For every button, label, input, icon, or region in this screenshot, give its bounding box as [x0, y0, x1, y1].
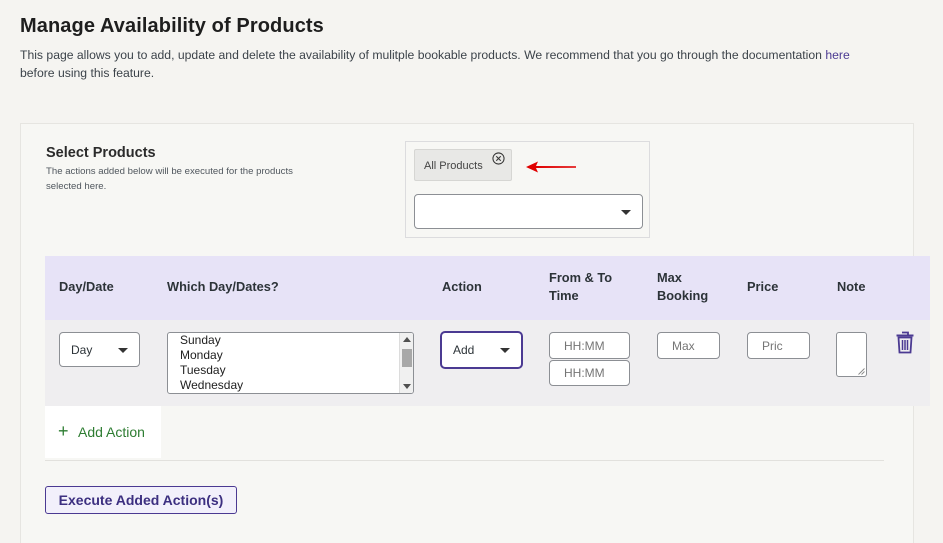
day-option[interactable]: Wednesday	[168, 378, 413, 393]
action-value: Add	[453, 343, 475, 357]
trash-icon[interactable]	[895, 331, 915, 354]
scroll-down-icon[interactable]	[403, 384, 411, 389]
execute-actions-button[interactable]: Execute Added Action(s)	[45, 486, 237, 514]
scroll-up-icon[interactable]	[403, 337, 411, 342]
table-header: Day/Date Which Day/Dates? Action From & …	[45, 256, 930, 320]
chevron-down-icon	[500, 348, 510, 353]
column-header-price: Price	[747, 279, 779, 294]
action-select[interactable]: Add	[441, 332, 522, 368]
column-header-day-date: Day/Date	[59, 279, 114, 294]
page-description: This page allows you to add, update and …	[20, 46, 900, 82]
documentation-link[interactable]: here	[825, 48, 849, 62]
day-option[interactable]: Monday	[168, 348, 413, 363]
product-chip-all-products: All Products	[414, 149, 512, 181]
day-option[interactable]: Tuesday	[168, 363, 413, 378]
price-input[interactable]	[747, 332, 810, 359]
which-days-listbox[interactable]: Sunday Monday Tuesday Wednesday	[167, 332, 414, 394]
add-action-button[interactable]: + Add Action	[45, 406, 161, 458]
product-select[interactable]	[414, 194, 643, 229]
column-header-max-booking: Max Booking	[657, 270, 709, 303]
chip-label: All Products	[424, 160, 483, 172]
plus-icon: +	[58, 421, 69, 441]
select-products-help: The actions added below will be executed…	[46, 166, 293, 192]
resize-handle-icon[interactable]	[858, 368, 865, 375]
day-option[interactable]: Sunday	[168, 333, 413, 348]
note-textarea[interactable]	[836, 332, 867, 377]
product-selector: All Products	[405, 141, 650, 238]
select-products-title: Select Products	[46, 145, 156, 161]
max-booking-input[interactable]	[657, 332, 720, 359]
from-time-input[interactable]	[549, 332, 630, 359]
to-time-input[interactable]	[549, 360, 630, 386]
chevron-down-icon	[118, 348, 128, 353]
day-date-value: Day	[71, 343, 93, 357]
description-text: This page allows you to add, update and …	[20, 48, 826, 62]
scroll-thumb[interactable]	[402, 349, 412, 367]
add-action-label: Add Action	[78, 424, 145, 440]
column-header-which-days: Which Day/Dates?	[167, 279, 279, 294]
circle-x-icon[interactable]	[492, 152, 505, 165]
column-header-note: Note	[837, 279, 866, 294]
divider	[45, 460, 884, 461]
column-header-action: Action	[442, 279, 482, 294]
column-header-time: From & To Time	[549, 270, 613, 303]
page-title: Manage Availability of Products	[20, 15, 324, 37]
description-text-2: before using this feature.	[20, 66, 155, 80]
red-arrow-annotation-icon	[526, 161, 576, 173]
listbox-scrollbar[interactable]	[399, 333, 413, 393]
chevron-down-icon	[621, 210, 631, 215]
day-date-select[interactable]: Day	[59, 332, 140, 367]
